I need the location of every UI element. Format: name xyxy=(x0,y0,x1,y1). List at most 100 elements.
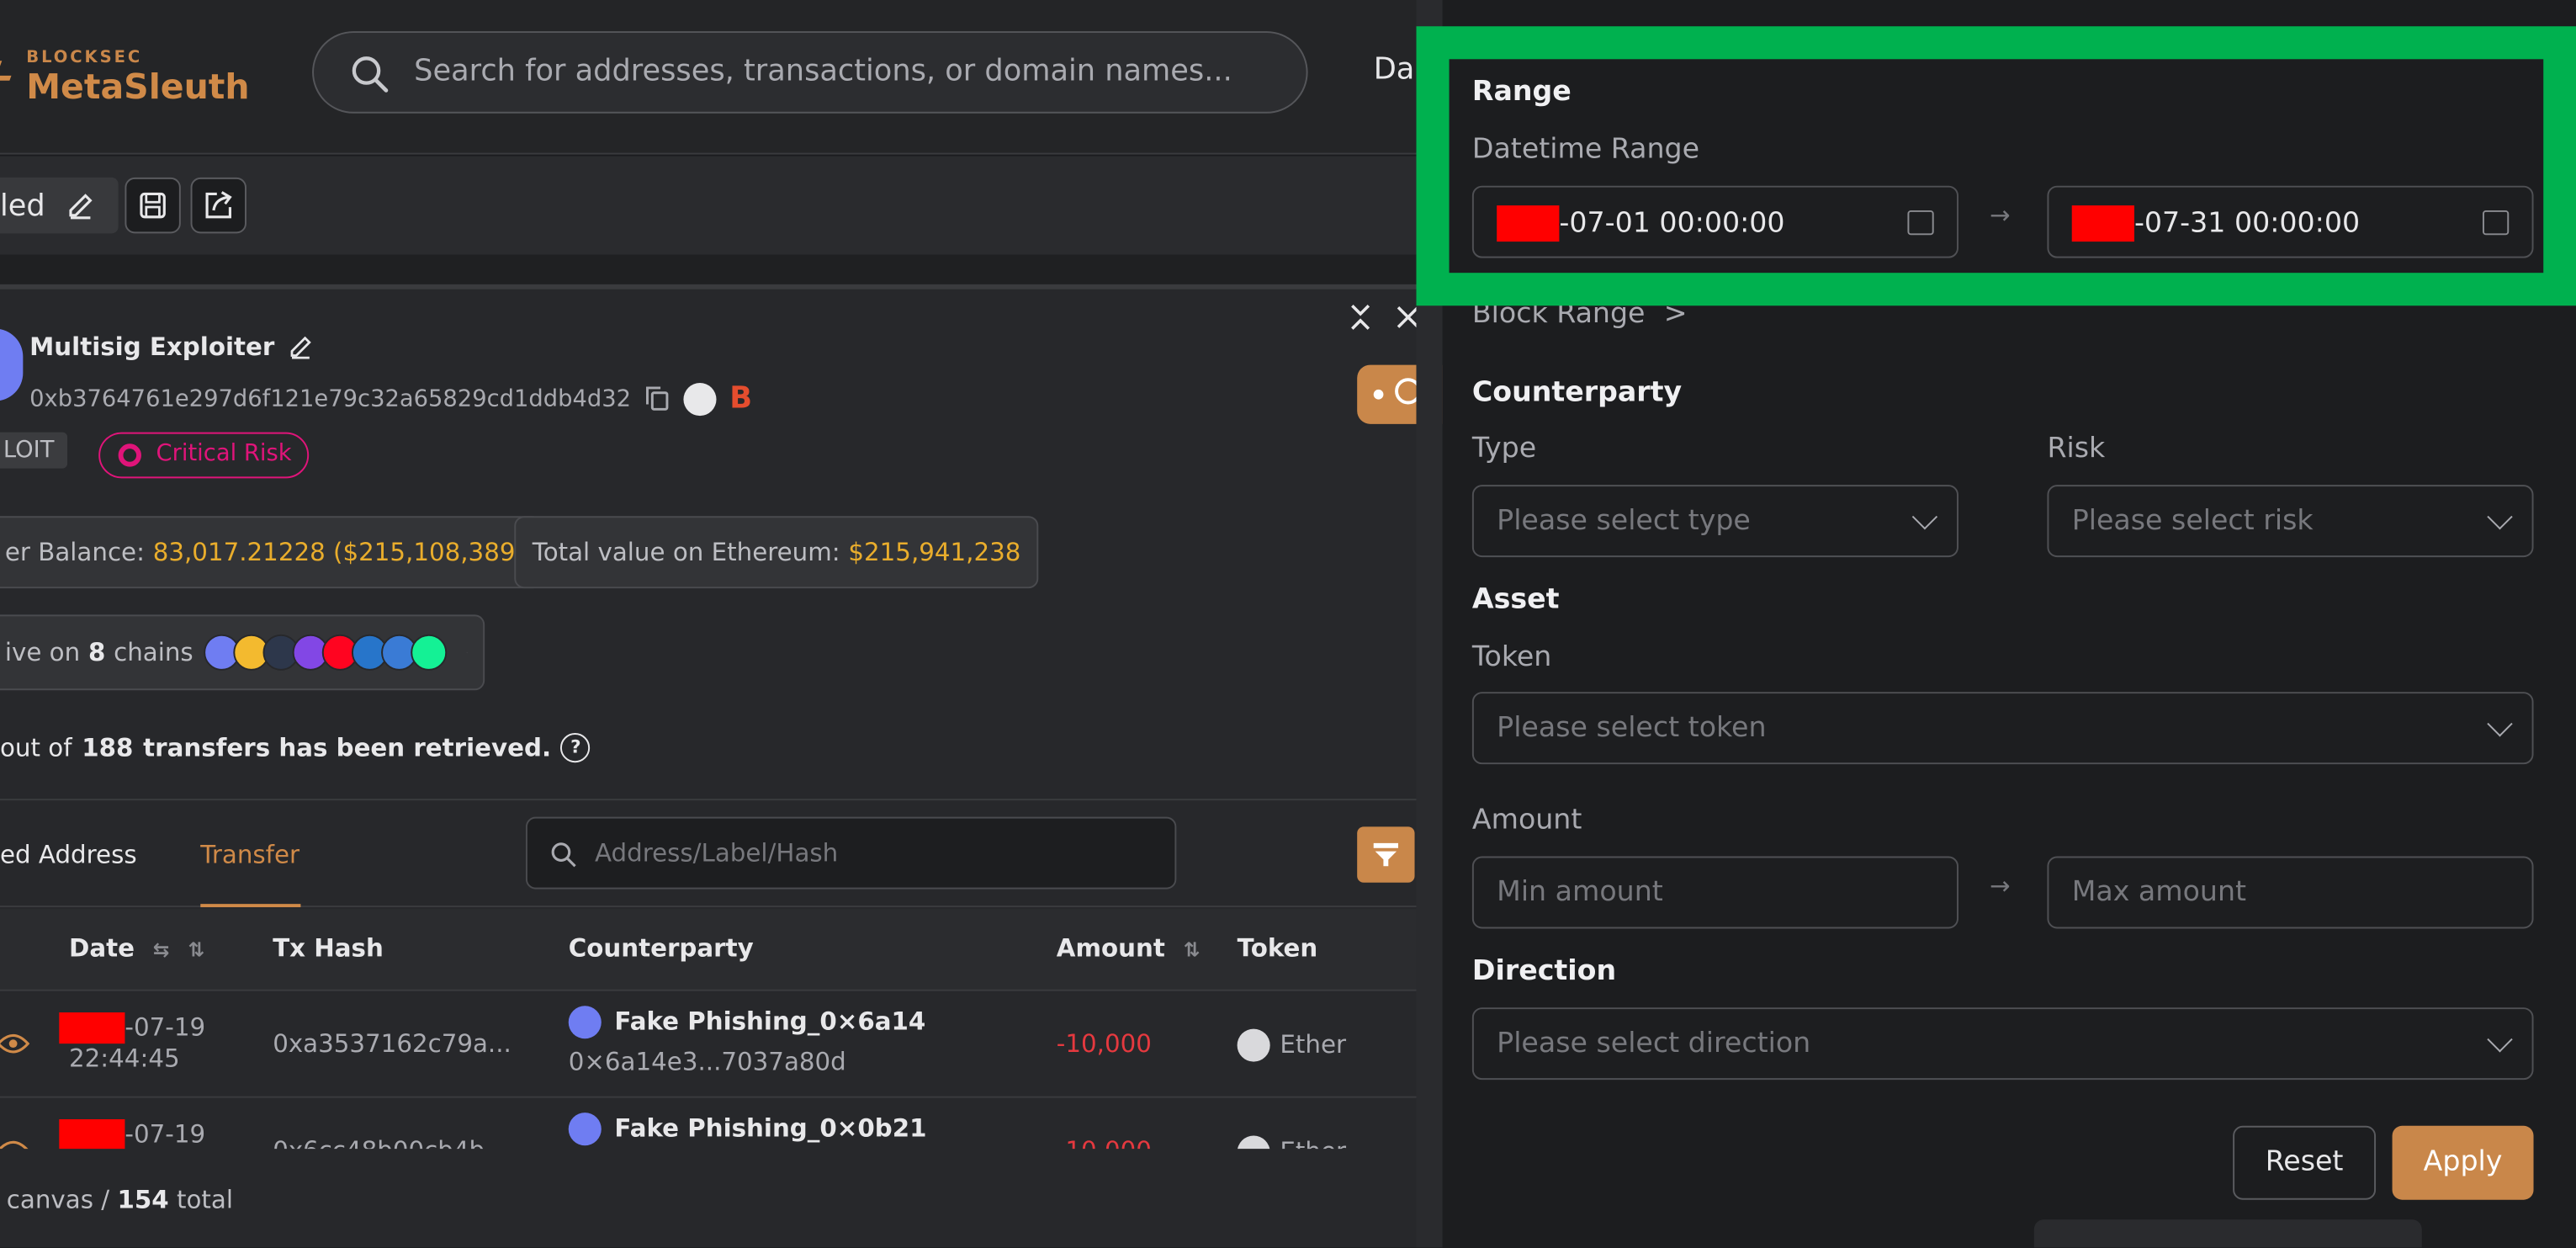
column-counterparty: Counterparty xyxy=(568,933,754,964)
ethereum-icon xyxy=(568,1006,602,1039)
total-value-label: Total value on Ethereum: xyxy=(532,537,840,567)
table-row[interactable]: -07-19 22:44:45 0xa3537162c79a... Fake P… xyxy=(0,993,1439,1098)
row-counterparty[interactable]: Fake Phishing_0×6a14 xyxy=(568,1006,925,1039)
asset-heading: Asset xyxy=(1471,583,1560,617)
direction-placeholder: Please select direction xyxy=(1497,1027,1811,1060)
filter-icon xyxy=(1373,842,1399,867)
search-placeholder: Search for addresses, transactions, or d… xyxy=(414,54,1232,89)
total-value-box: Total value on Ethereum: $215,941,238 xyxy=(514,516,1039,589)
column-token: Token xyxy=(1237,933,1318,964)
copy-icon[interactable] xyxy=(644,385,671,412)
canvas-toolbar: led xyxy=(0,156,1443,255)
save-button[interactable] xyxy=(125,177,181,234)
total-value: $215,941,238 xyxy=(848,537,1021,567)
divider-band xyxy=(0,254,1443,284)
eye-icon[interactable] xyxy=(0,1032,30,1054)
global-search-input[interactable]: Search for addresses, transactions, or d… xyxy=(312,31,1308,114)
search-icon xyxy=(551,842,576,868)
ethereum-icon xyxy=(568,1113,602,1146)
min-amount-input[interactable]: Min amount xyxy=(1471,856,1959,929)
active-chains-count: 8 xyxy=(87,637,106,667)
row-tx-hash[interactable]: 0x6cc48b00cb4b... xyxy=(273,1136,508,1150)
header-nav-item[interactable]: Da xyxy=(1374,52,1415,87)
column-amount[interactable]: Amount ⇅ xyxy=(1057,933,1201,963)
token-label: Token xyxy=(1471,640,1552,674)
entity-name-label: Multisig Exploiter xyxy=(29,332,275,362)
retrieval-status: out of 188 transfers has been retrieved.… xyxy=(0,733,591,763)
direction-select[interactable]: Please select direction xyxy=(1471,1007,2534,1081)
active-chains-suffix: chains xyxy=(114,637,193,667)
row-token: Ether xyxy=(1237,1028,1347,1062)
table-header: Date ⇆ ⇅ Tx Hash Counterparty Amount ⇅ T… xyxy=(0,909,1439,991)
type-select[interactable]: Please select type xyxy=(1471,485,1959,558)
redaction-mark xyxy=(59,1012,125,1044)
retrieval-count: 188 xyxy=(82,733,134,763)
max-amount-input[interactable]: Max amount xyxy=(2047,856,2534,929)
canvas-name-label: led xyxy=(0,188,45,223)
chain-icons xyxy=(203,634,447,671)
risk-icon xyxy=(118,443,141,467)
retrieval-suffix: transfers has been retrieved. xyxy=(143,733,552,763)
swap-icon[interactable]: ⇆ xyxy=(153,938,170,961)
min-amount-placeholder: Min amount xyxy=(1497,875,1663,910)
canvas-name[interactable]: led xyxy=(0,177,118,234)
collapse-icon[interactable] xyxy=(1347,302,1373,340)
row-time: 22:44:45 xyxy=(69,1044,180,1074)
sort-icon[interactable]: ⇅ xyxy=(188,938,205,961)
risk-badge: Critical Risk xyxy=(98,432,310,479)
help-icon[interactable]: ? xyxy=(560,733,591,763)
canvas-total-label: total xyxy=(177,1185,234,1215)
share-button[interactable] xyxy=(190,177,246,234)
logo-brand: BLOCKSEC xyxy=(26,49,143,68)
balance-box: er Balance: 83,017.21228 ($215,108,389) xyxy=(0,516,543,589)
column-date-label: Date xyxy=(69,933,135,964)
column-date[interactable]: Date ⇆ ⇅ xyxy=(69,933,204,963)
transfer-search-placeholder: Address/Label/Hash xyxy=(594,838,839,868)
row-counterparty[interactable]: Fake Phishing_0×0b21 xyxy=(568,1113,926,1146)
risk-select[interactable]: Please select risk xyxy=(2047,485,2534,558)
row-token-name: Ether xyxy=(1280,1136,1346,1149)
row-amount: -10,000 xyxy=(1056,1028,1152,1059)
max-amount-placeholder: Max amount xyxy=(2071,875,2247,910)
detail-tabs: ed Address Transfer Address/Label/Hash xyxy=(0,799,1439,908)
risk-label: Risk xyxy=(2047,432,2106,465)
column-tx-hash: Tx Hash xyxy=(273,933,384,964)
row-token: Ether xyxy=(1237,1135,1346,1150)
row-amount: -10,000 xyxy=(1057,1136,1152,1150)
label-tag: LOIT xyxy=(0,432,68,469)
search-icon xyxy=(352,56,389,93)
column-amount-label: Amount xyxy=(1056,933,1165,964)
type-label: Type xyxy=(1471,432,1537,465)
canvas-count-label: canvas / xyxy=(6,1185,110,1215)
filter-button[interactable] xyxy=(1357,826,1415,883)
table-row[interactable]: -07-19 0x6cc48b00cb4b... Fake Phishing_0… xyxy=(0,1100,1439,1150)
tab-transfer[interactable]: Transfer xyxy=(200,840,299,869)
row-date: -07-19 xyxy=(59,1012,205,1044)
token-placeholder: Please select token xyxy=(1497,711,1767,745)
apply-button[interactable]: Apply xyxy=(2392,1125,2534,1200)
balance-label: er Balance: xyxy=(4,537,145,567)
tab-related-address[interactable]: ed Address xyxy=(0,840,137,869)
chevron-down-icon xyxy=(1911,504,1938,530)
expand-chains-icon[interactable] xyxy=(465,640,467,666)
logo-mark-icon xyxy=(0,61,17,81)
row-tx-hash[interactable]: 0xa3537162c79a... xyxy=(273,1029,511,1059)
sort-icon[interactable]: ⇅ xyxy=(1184,938,1201,961)
balance-value: 83,017.21228 ($215,108,389) xyxy=(152,537,525,567)
chain-icon xyxy=(410,634,447,671)
range-arrow-icon: → xyxy=(1990,871,2011,901)
active-chains-box[interactable]: ive on 8 chains xyxy=(0,614,485,691)
risk-label: Critical Risk xyxy=(156,440,292,467)
type-placeholder: Please select type xyxy=(1497,504,1751,538)
blocksec-link-icon[interactable]: B xyxy=(729,381,752,416)
entity-name: Multisig Exploiter xyxy=(29,332,314,362)
edit-icon[interactable] xyxy=(65,191,94,220)
eye-icon[interactable] xyxy=(0,1139,29,1150)
token-select[interactable]: Please select token xyxy=(1471,692,2534,765)
edit-name-icon[interactable] xyxy=(288,333,314,359)
transfer-search-input[interactable]: Address/Label/Hash xyxy=(525,816,1177,890)
row-token-name: Ether xyxy=(1280,1029,1347,1059)
reset-button[interactable]: Reset xyxy=(2233,1125,2377,1200)
explorer-link-icon[interactable] xyxy=(683,382,717,416)
active-tab-indicator xyxy=(200,904,301,908)
